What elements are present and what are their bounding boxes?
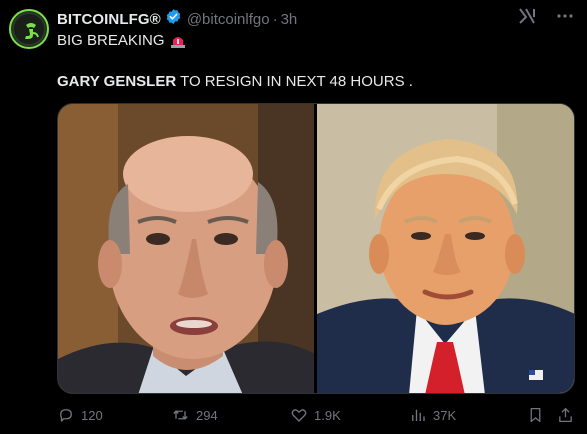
- grok-icon[interactable]: [518, 7, 538, 30]
- bitcoinlfg-logo-icon: [25, 23, 39, 39]
- retweet-count: 294: [196, 407, 218, 423]
- tweet-actions: 120 294 1.9K 37K: [57, 406, 575, 426]
- breaking-text: BIG BREAKING: [57, 32, 165, 49]
- tweet-top-actions: [518, 7, 574, 30]
- gensler-photo: [58, 104, 314, 393]
- tweet-text-line2: GARY GENSLER TO RESIGN IN NEXT 48 HOURS …: [57, 73, 413, 90]
- like-button[interactable]: 1.9K: [290, 406, 341, 424]
- tweet-media[interactable]: [57, 103, 575, 394]
- share-button[interactable]: [557, 406, 574, 424]
- media-image-gensler[interactable]: [58, 104, 314, 393]
- siren-emoji-icon: [170, 33, 186, 48]
- resign-text: TO RESIGN IN NEXT 48 HOURS .: [176, 73, 413, 90]
- verified-badge-icon: [165, 8, 182, 30]
- like-icon: [291, 409, 307, 422]
- separator-dot: ·: [272, 10, 278, 28]
- views-button[interactable]: 37K: [409, 406, 456, 424]
- bookmark-button[interactable]: [527, 406, 544, 424]
- views-icon: [412, 409, 425, 421]
- more-icon[interactable]: [556, 7, 574, 30]
- retweet-icon: [173, 410, 188, 420]
- tweet-text-line1: BIG BREAKING: [57, 32, 186, 49]
- author-handle[interactable]: @bitcoinlfgo: [187, 11, 270, 28]
- views-count: 37K: [433, 407, 457, 423]
- bookmark-icon: [530, 407, 541, 423]
- reply-button[interactable]: 120: [57, 406, 103, 424]
- avatar[interactable]: [9, 9, 49, 49]
- author-name[interactable]: BITCOINLFG®: [57, 11, 161, 28]
- trump-photo: [317, 104, 574, 393]
- timestamp[interactable]: 3h: [281, 11, 298, 28]
- media-image-trump[interactable]: [317, 104, 574, 393]
- tweet-header: BITCOINLFG® @bitcoinlfgo · 3h: [57, 9, 297, 29]
- reply-count: 120: [81, 407, 103, 423]
- reply-icon: [60, 409, 72, 422]
- retweet-button[interactable]: 294: [171, 406, 218, 424]
- like-count: 1.9K: [314, 407, 341, 423]
- gensler-name-bold: GARY GENSLER: [57, 73, 177, 90]
- share-icon: [559, 407, 572, 423]
